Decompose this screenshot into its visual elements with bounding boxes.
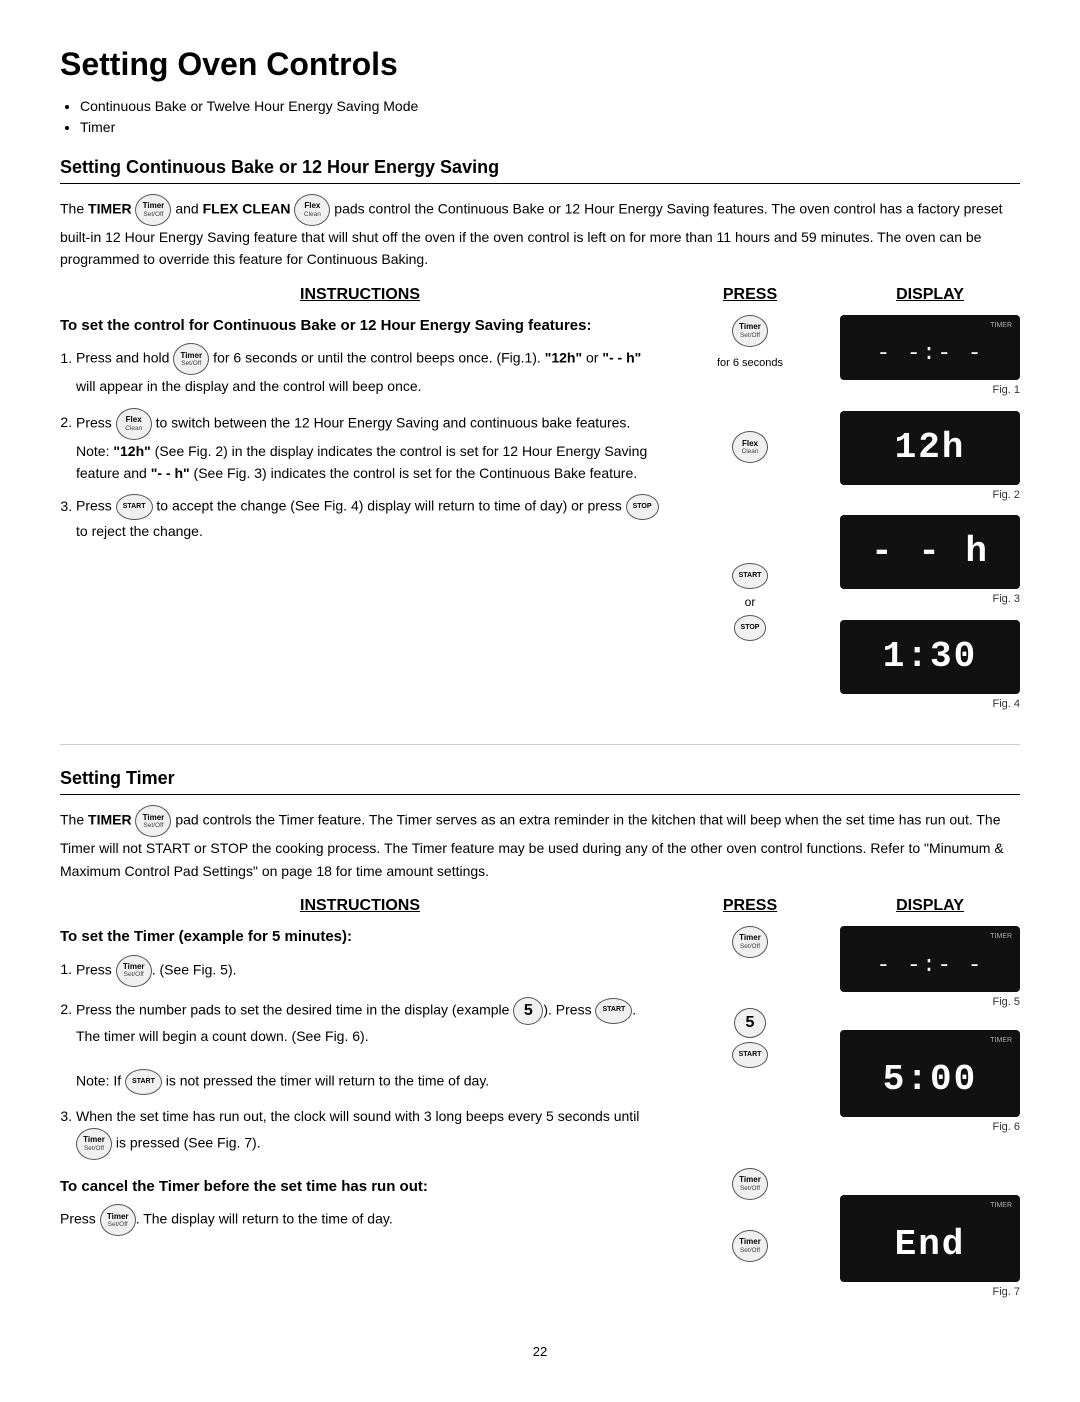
col-display-header: DISPLAY: [840, 283, 1020, 315]
col2-display-header: DISPLAY: [840, 894, 1020, 926]
display-fig1: TIMER - -:- -: [840, 315, 1020, 381]
press2-timer-btn-3: TimerSet/Off: [732, 1168, 768, 1200]
bullet-list: Continuous Bake or Twelve Hour Energy Sa…: [80, 96, 1020, 138]
flexclean-btn-inline: FlexClean: [294, 194, 330, 226]
timer-btn-step1: TimerSet/Off: [173, 343, 209, 375]
display-fig2: 12h: [840, 411, 1020, 485]
col2-instructions-header: INSTRUCTIONS: [60, 894, 660, 926]
start-btn-note: START: [125, 1069, 162, 1095]
stop-btn-step3: STOP: [626, 494, 659, 520]
or-label: or: [745, 593, 756, 611]
press-col-2: TimerSet/Off 5 START TimerSet/Off TimerS…: [670, 926, 830, 1312]
step2: Press FlexClean to switch between the 12…: [76, 408, 660, 485]
section-divider: [60, 744, 1020, 745]
press-item-3: START or STOP: [670, 563, 830, 641]
step1: Press and hold TimerSet/Off for 6 second…: [76, 343, 660, 397]
press2-item-1: TimerSet/Off: [670, 926, 830, 958]
press-start-btn: START: [732, 563, 769, 589]
bullet-item-2: Timer: [80, 117, 1020, 138]
display-fig6: TIMER 5:00: [840, 1030, 1020, 1117]
fig5-timer-badge: TIMER: [848, 932, 1012, 943]
cancel-text: Press TimerSet/Off. The display will ret…: [60, 1204, 660, 1236]
press2-item-2: 5 START: [670, 1008, 830, 1068]
cancel-title: To cancel the Timer before the set time …: [60, 1176, 660, 1199]
fig1-timer-badge: TIMER: [848, 321, 1012, 332]
timer-btn-s2: TimerSet/Off: [135, 805, 171, 837]
press2-item-3: TimerSet/Off: [670, 1168, 830, 1200]
press2-item-cancel: TimerSet/Off: [670, 1230, 830, 1262]
press-item-2: FlexClean: [670, 431, 830, 463]
col2-press-header: PRESS: [670, 894, 830, 926]
section2-intro: The TIMER TimerSet/Off pad controls the …: [60, 805, 1020, 882]
press-timer-btn: TimerSet/Off: [732, 315, 768, 347]
display-fig3: - - h: [840, 515, 1020, 589]
fig7-text: End: [848, 1214, 1012, 1276]
section1-title: Setting Continuous Bake or 12 Hour Energ…: [60, 154, 1020, 184]
steps-list-1: Press and hold TimerSet/Off for 6 second…: [76, 343, 660, 543]
press-col-1: TimerSet/Off for 6 seconds FlexClean STA…: [670, 315, 830, 725]
bullet-item-1: Continuous Bake or Twelve Hour Energy Sa…: [80, 96, 1020, 117]
steps-list-2: Press TimerSet/Off. (See Fig. 5). Press …: [76, 955, 660, 1160]
fig1-caption: Fig. 1: [840, 382, 1020, 399]
press-item-1: TimerSet/Off for 6 seconds: [670, 315, 830, 372]
subsection2-title: To set the Timer (example for 5 minutes)…: [60, 926, 660, 949]
instructions-col: To set the control for Continuous Bake o…: [60, 315, 660, 725]
col-press-header: PRESS: [670, 283, 830, 315]
display-fig4: 1:30: [840, 620, 1020, 694]
cancel-section: To cancel the Timer before the set time …: [60, 1176, 660, 1237]
section1-intro: The TIMER TimerSet/Off and FLEX CLEAN Fl…: [60, 194, 1020, 271]
press-stop-btn: STOP: [734, 615, 767, 641]
fig6-caption: Fig. 6: [840, 1119, 1020, 1136]
s2-step2: Press the number pads to set the desired…: [76, 997, 660, 1096]
display-fig7: TIMER End: [840, 1195, 1020, 1282]
press-flex-btn: FlexClean: [732, 431, 768, 463]
press2-num5-btn: 5: [734, 1008, 766, 1038]
fig2-text: 12h: [848, 417, 1012, 479]
press2-timer-btn-cancel: TimerSet/Off: [732, 1230, 768, 1262]
fig4-caption: Fig. 4: [840, 696, 1020, 713]
display-fig5: TIMER - -:- -: [840, 926, 1020, 992]
s2-timer-btn-3: TimerSet/Off: [76, 1128, 112, 1160]
fig6-timer-badge: TIMER: [848, 1036, 1012, 1047]
start-btn-step3: START: [116, 494, 153, 520]
press2-timer-btn-1: TimerSet/Off: [732, 926, 768, 958]
display-col-2: TIMER - -:- - Fig. 5 TIMER 5:00 Fig. 6 T…: [840, 926, 1020, 1312]
section1-grid: INSTRUCTIONS PRESS DISPLAY To set the co…: [60, 283, 1020, 725]
num5-btn: 5: [513, 997, 543, 1025]
flexclean-btn-step2: FlexClean: [116, 408, 152, 440]
fig7-caption: Fig. 7: [840, 1284, 1020, 1301]
instructions-col-2: To set the Timer (example for 5 minutes)…: [60, 926, 660, 1312]
fig4-text: 1:30: [848, 626, 1012, 688]
press2-start-btn: START: [732, 1042, 769, 1068]
start-btn-s2: START: [595, 998, 632, 1024]
section2-grid: INSTRUCTIONS PRESS DISPLAY To set the Ti…: [60, 894, 1020, 1312]
s2-step1: Press TimerSet/Off. (See Fig. 5).: [76, 955, 660, 987]
fig5-text: - -:- -: [848, 945, 1012, 986]
fig6-text: 5:00: [848, 1049, 1012, 1111]
s2-step3: When the set time has run out, the clock…: [76, 1105, 660, 1159]
for-6-seconds-label: for 6 seconds: [717, 355, 783, 372]
fig3-caption: Fig. 3: [840, 591, 1020, 608]
subsection1-title: To set the control for Continuous Bake o…: [60, 315, 660, 338]
fig3-text: - - h: [848, 521, 1012, 583]
fig1-text: - -:- -: [848, 333, 1012, 374]
fig5-caption: Fig. 5: [840, 994, 1020, 1011]
section2-title: Setting Timer: [60, 765, 1020, 795]
display-col-1: TIMER - -:- - Fig. 1 12h Fig. 2 - - h Fi…: [840, 315, 1020, 725]
col-instructions-header: INSTRUCTIONS: [60, 283, 660, 315]
page-title: Setting Oven Controls: [60, 40, 1020, 88]
fig7-timer-badge: TIMER: [848, 1201, 1012, 1212]
page-number: 22: [60, 1342, 1020, 1362]
timer-btn-inline: TimerSet/Off: [135, 194, 171, 226]
fig2-caption: Fig. 2: [840, 487, 1020, 504]
s2-timer-btn-1: TimerSet/Off: [116, 955, 152, 987]
cancel-timer-btn: TimerSet/Off: [100, 1204, 136, 1236]
step3: Press START to accept the change (See Fi…: [76, 494, 660, 542]
